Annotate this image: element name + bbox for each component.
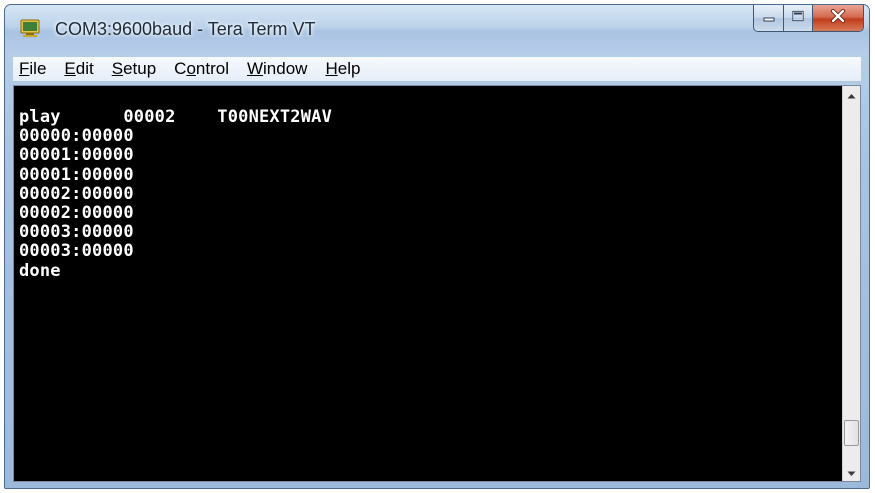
terminal-line: 00003:00000 (19, 222, 134, 243)
window-title: COM3:9600baud - Tera Term VT (55, 19, 316, 39)
terminal-line: 00000:00000 (19, 126, 134, 147)
terminal-line: play 00002 T00NEXT2WAV (19, 107, 333, 127)
scroll-down-button[interactable] (843, 464, 860, 481)
menu-edit[interactable]: Edit (55, 57, 102, 81)
title-bar[interactable]: COM3:9600baud - Tera Term VT (5, 5, 869, 53)
minimize-icon (762, 9, 776, 27)
terminal-line: 00001:00000 (19, 164, 134, 185)
close-button[interactable] (813, 5, 863, 31)
close-icon (830, 8, 846, 28)
minimize-button[interactable] (754, 5, 784, 31)
terminal-line: done (19, 260, 61, 281)
terminal-output[interactable]: play 00002 T00NEXT2WAV 00000:00000 00001… (14, 86, 842, 481)
terminal-line: 00002:00000 (19, 183, 134, 204)
menu-bar: File Edit Setup Control Window Help (13, 57, 861, 82)
tera-term-icon[interactable] (19, 17, 41, 39)
maximize-button[interactable] (784, 5, 813, 31)
terminal-frame: play 00002 T00NEXT2WAV 00000:00000 00001… (13, 85, 861, 482)
scroll-down-arrow-icon (847, 464, 856, 482)
scroll-up-arrow-icon (847, 86, 856, 104)
menu-file[interactable]: File (13, 57, 55, 81)
tera-term-window: COM3:9600baud - Tera Term VT File Edit S… (4, 4, 870, 489)
menu-control[interactable]: Control (165, 57, 238, 81)
vertical-scrollbar[interactable] (842, 86, 860, 481)
scrollbar-thumb[interactable] (844, 420, 859, 446)
menu-setup[interactable]: Setup (103, 57, 165, 81)
menu-window[interactable]: Window (238, 57, 316, 81)
maximize-icon (791, 9, 805, 27)
terminal-line: 00002:00000 (19, 203, 134, 224)
scroll-up-button[interactable] (843, 86, 860, 103)
menu-help[interactable]: Help (316, 57, 369, 81)
terminal-line: 00003:00000 (19, 241, 134, 262)
window-controls (753, 5, 864, 32)
terminal-line: 00001:00000 (19, 145, 134, 166)
